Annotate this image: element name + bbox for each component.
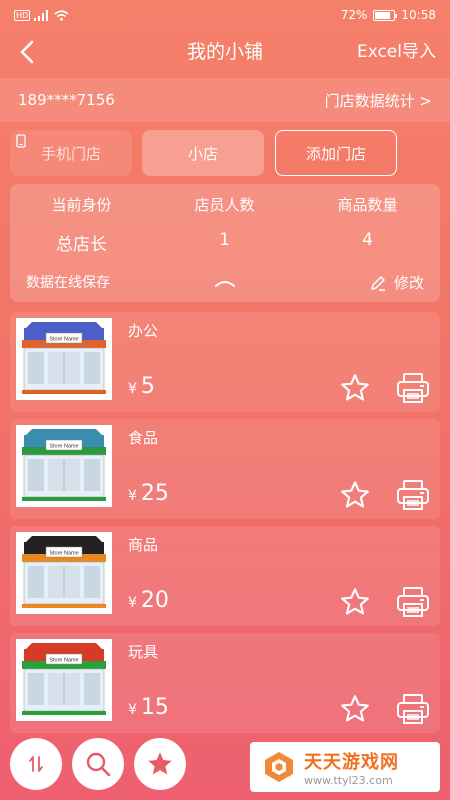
- item-price: ¥15: [128, 695, 169, 720]
- watermark-url: www.ttyl23.com: [304, 773, 393, 787]
- search-icon: [86, 752, 111, 777]
- tab-phone-store[interactable]: 手机门店: [10, 130, 132, 176]
- edit-label: 修改: [393, 274, 424, 292]
- store-thumbnail: Store Name: [16, 425, 112, 507]
- add-store-button[interactable]: 添加门店: [275, 130, 397, 176]
- watermark-logo-icon: [265, 752, 293, 782]
- star-filled-icon: [148, 752, 172, 775]
- product-list: Store Name 办公 ¥5 Store Name 食品 ¥25 Store Nam…: [10, 312, 440, 740]
- store-thumbnail-icon: Store Name: [16, 425, 112, 507]
- back-arrow-icon: [20, 40, 34, 64]
- store-thumbnail-icon: Store Name: [16, 318, 112, 400]
- price-value: 20: [140, 588, 169, 613]
- svg-text:Store Name: Store Name: [49, 444, 78, 450]
- sort-button[interactable]: [10, 738, 62, 790]
- sort-icon: [29, 756, 43, 772]
- search-button[interactable]: [72, 738, 124, 790]
- list-item[interactable]: Store Name 办公 ¥5: [10, 312, 440, 412]
- account-bar: 189****7156 门店数据统计 >: [0, 78, 450, 122]
- role-value: 总店长: [56, 235, 107, 255]
- online-save-note: 数据在线保存: [26, 275, 110, 291]
- nav-bar: 我的小铺 Excel导入: [0, 30, 450, 74]
- tab-small-store[interactable]: 小店: [142, 130, 264, 176]
- price-value: 25: [140, 481, 169, 506]
- favorite-star-icon[interactable]: [338, 693, 372, 729]
- store-tabs: 手机门店 小店 添加门店: [10, 128, 440, 178]
- favorites-button[interactable]: [134, 738, 186, 790]
- item-price: ¥20: [128, 588, 169, 613]
- svg-text:Store Name: Store Name: [49, 337, 78, 343]
- item-name: 玩具: [128, 643, 159, 661]
- currency-symbol: ¥: [128, 381, 137, 397]
- clock: 10:58: [401, 8, 436, 22]
- back-button[interactable]: [12, 36, 42, 68]
- svg-text:Store Name: Store Name: [49, 658, 78, 664]
- printer-icon[interactable]: [396, 586, 430, 622]
- price-value: 15: [140, 695, 169, 720]
- item-name: 商品: [128, 536, 159, 554]
- staff-count-header: 店员人数: [194, 196, 255, 214]
- pencil-icon: [371, 275, 385, 291]
- staff-count-value: 1: [219, 230, 230, 250]
- tab-small-store-label: 小店: [187, 144, 218, 163]
- list-item[interactable]: Store Name 玩具 ¥15: [10, 633, 440, 733]
- printer-icon[interactable]: [396, 372, 430, 408]
- store-stats-link[interactable]: 门店数据统计 >: [325, 90, 432, 111]
- wifi-icon: [54, 9, 69, 21]
- printer-icon[interactable]: [396, 693, 430, 729]
- favorite-star-icon[interactable]: [338, 479, 372, 515]
- currency-symbol: ¥: [128, 595, 137, 611]
- price-value: 5: [140, 374, 155, 399]
- printer-icon[interactable]: [396, 479, 430, 515]
- product-count-value: 4: [362, 230, 373, 250]
- chevron-up-icon[interactable]: [214, 278, 236, 288]
- excel-import-button[interactable]: Excel导入: [357, 30, 436, 74]
- tab-phone-store-label: 手机门店: [40, 144, 101, 163]
- hd-indicator: HD: [14, 9, 31, 21]
- product-count-header: 商品数量: [337, 196, 398, 214]
- watermark-name: 天天游戏网: [304, 751, 399, 773]
- store-thumbnail: Store Name: [16, 639, 112, 721]
- currency-symbol: ¥: [128, 488, 137, 504]
- phone-number: 189****7156: [18, 91, 115, 109]
- add-store-label: 添加门店: [305, 144, 366, 163]
- role-header: 当前身份: [51, 196, 112, 214]
- favorite-star-icon[interactable]: [338, 586, 372, 622]
- list-item[interactable]: Store Name 食品 ¥25: [10, 419, 440, 519]
- site-watermark: 天天游戏网 www.ttyl23.com: [250, 742, 440, 792]
- svg-text:Store Name: Store Name: [49, 551, 78, 557]
- store-thumbnail: Store Name: [16, 532, 112, 614]
- summary-panel: 当前身份 店员人数 商品数量 总店长 1 4 数据在线保存 修改: [10, 184, 440, 302]
- item-name: 办公: [128, 322, 159, 340]
- battery-percent: 72%: [340, 8, 368, 22]
- phone-icon: [16, 134, 26, 148]
- store-thumbnail: Store Name: [16, 318, 112, 400]
- store-thumbnail-icon: Store Name: [16, 639, 112, 721]
- store-thumbnail-icon: Store Name: [16, 532, 112, 614]
- list-item[interactable]: Store Name 商品 ¥20: [10, 526, 440, 626]
- item-price: ¥25: [128, 481, 169, 506]
- signal-icon: [34, 9, 49, 21]
- currency-symbol: ¥: [128, 702, 137, 718]
- item-name: 食品: [128, 429, 159, 447]
- favorite-star-icon[interactable]: [338, 372, 372, 408]
- battery-icon: [373, 9, 398, 21]
- status-bar: HD 72% 10:58: [0, 0, 450, 30]
- edit-button[interactable]: 修改: [370, 272, 424, 293]
- item-price: ¥5: [128, 374, 155, 399]
